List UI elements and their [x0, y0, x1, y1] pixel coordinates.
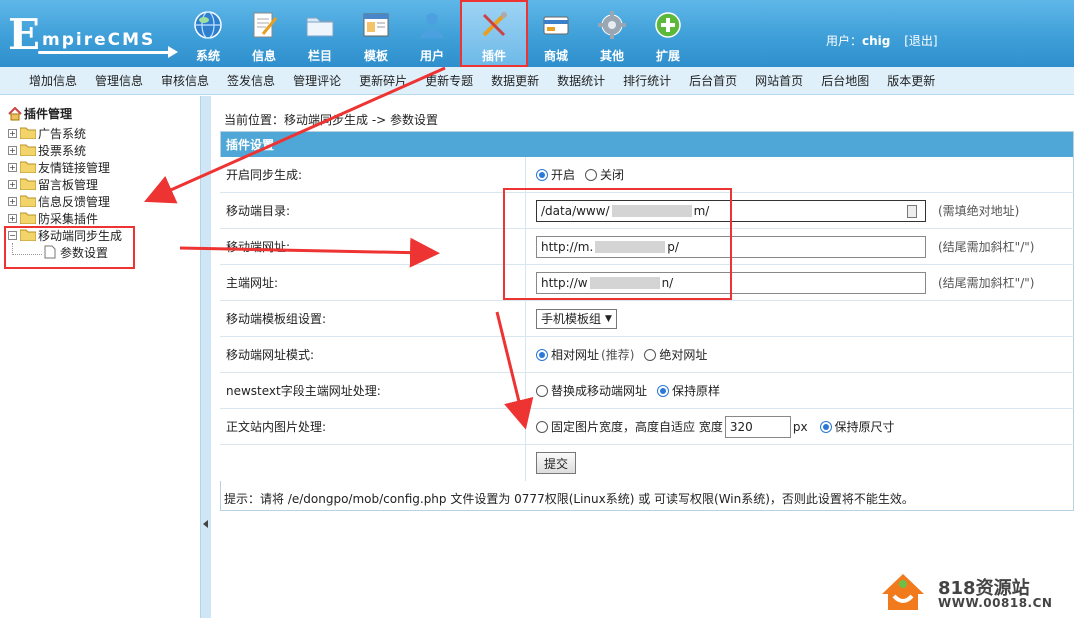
- sidebar: 插件管理 + 广告系统 + 投票系统 + 友情链接管理 + 留言板管理 + 信息…: [0, 96, 200, 618]
- subnav-review-info[interactable]: 审核信息: [152, 72, 218, 89]
- row-image: 正文站内图片处理: 固定图片宽度，高度自适应 宽度 320 px 保持原尺寸: [220, 409, 1074, 445]
- subnav-ranking[interactable]: 排行统计: [614, 72, 680, 89]
- collapse-arrow-icon[interactable]: [203, 520, 208, 528]
- nav-other[interactable]: 其他: [584, 0, 640, 67]
- nav-shop[interactable]: 商城: [528, 0, 584, 67]
- row-url-mode: 移动端网址模式: 相对网址 (推荐) 绝对网址: [220, 337, 1074, 373]
- row-template: 移动端模板组设置: 手机模板组 ▼: [220, 301, 1074, 337]
- folder-icon: [20, 178, 36, 190]
- sidebar-item-feedback[interactable]: + 信息反馈管理: [8, 193, 110, 209]
- row-newstext: newstext字段主端网址处理: 替换成移动端网址 保持原样: [220, 373, 1074, 409]
- nav-plugin[interactable]: 插件: [460, 0, 528, 67]
- url-mode-absolute-radio[interactable]: 绝对网址: [644, 346, 707, 363]
- folder-icon: [20, 127, 36, 139]
- expand-icon[interactable]: +: [8, 128, 17, 138]
- tools-icon: [479, 10, 509, 40]
- sub-nav: 增加信息 管理信息 审核信息 签发信息 管理评论 更新碎片 更新专题 数据更新 …: [0, 67, 1074, 95]
- plus-icon: [653, 10, 683, 40]
- folder-icon: [20, 212, 36, 224]
- sync-on-radio[interactable]: 开启: [536, 166, 575, 183]
- subnav-sign-info[interactable]: 签发信息: [218, 72, 284, 89]
- image-fixed-radio[interactable]: 固定图片宽度，高度自适应 宽度: [536, 418, 723, 435]
- expand-icon[interactable]: +: [8, 145, 17, 155]
- clipboard-icon[interactable]: [907, 204, 917, 218]
- subnav-update-fragments[interactable]: 更新碎片: [350, 72, 416, 89]
- logout-link[interactable]: [退出]: [904, 34, 937, 48]
- row-submit: 提交: [220, 445, 1074, 481]
- window-icon: [361, 10, 391, 40]
- annotation-box-sidebar: [4, 226, 135, 269]
- expand-icon[interactable]: +: [8, 179, 17, 189]
- subnav-data-stats[interactable]: 数据统计: [548, 72, 614, 89]
- username: chig: [862, 34, 891, 48]
- sidebar-item-anticollect[interactable]: + 防采集插件: [8, 210, 98, 226]
- nav-info[interactable]: 信息: [236, 0, 292, 67]
- top-header: E mpireCMS 系统 信息 栏目 模板 用户 插件 商城 其他 扩展 用户…: [0, 0, 1074, 67]
- subnav-version-update[interactable]: 版本更新: [878, 72, 944, 89]
- main-content: 当前位置：移动端同步生成 -> 参数设置 插件设置 开启同步生成: 开启 关闭 …: [212, 96, 1074, 618]
- sync-off-radio[interactable]: 关闭: [585, 166, 624, 183]
- settings-header: 插件设置: [220, 131, 1074, 157]
- subnav-add-info[interactable]: 增加信息: [20, 72, 86, 89]
- card-icon: [541, 10, 571, 40]
- subnav-site-home[interactable]: 网站首页: [746, 72, 812, 89]
- main-nav: 系统 信息 栏目 模板 用户 插件 商城 其他 扩展: [180, 0, 696, 67]
- user-info: 用户：chig [退出]: [826, 34, 938, 48]
- folder-icon: [20, 144, 36, 156]
- folder-icon: [305, 10, 335, 40]
- sidebar-title: 插件管理: [8, 105, 72, 122]
- config-tip: 提示：请将 /e/dongpo/mob/config.php 文件设置为 077…: [224, 492, 914, 506]
- folder-icon: [20, 161, 36, 173]
- expand-icon[interactable]: +: [8, 213, 17, 223]
- globe-icon: [193, 10, 223, 40]
- annotation-box-inputs: [503, 188, 732, 300]
- subnav-manage-comments[interactable]: 管理评论: [284, 72, 350, 89]
- image-width-input[interactable]: 320: [724, 415, 791, 438]
- image-keep-radio[interactable]: 保持原尺寸: [819, 418, 895, 435]
- nav-column[interactable]: 栏目: [292, 0, 348, 67]
- sidebar-item-ads[interactable]: + 广告系统: [8, 125, 86, 141]
- url-mode-relative-radio[interactable]: 相对网址 (推荐): [536, 346, 634, 363]
- subnav-data-update[interactable]: 数据更新: [482, 72, 548, 89]
- sidebar-item-vote[interactable]: + 投票系统: [8, 142, 86, 158]
- breadcrumb: 当前位置：移动端同步生成 -> 参数设置: [224, 113, 439, 127]
- site-logo-icon: [882, 574, 924, 610]
- newstext-keep-radio[interactable]: 保持原样: [657, 382, 720, 399]
- nav-system[interactable]: 系统: [180, 0, 236, 67]
- subnav-manage-info[interactable]: 管理信息: [86, 72, 152, 89]
- sidebar-splitter[interactable]: [200, 96, 211, 618]
- document-pen-icon: [249, 10, 279, 40]
- sidebar-item-guestbook[interactable]: + 留言板管理: [8, 176, 98, 192]
- subnav-update-topics[interactable]: 更新专题: [416, 72, 482, 89]
- expand-icon[interactable]: +: [8, 162, 17, 172]
- sidebar-item-links[interactable]: + 友情链接管理: [8, 159, 110, 175]
- folder-icon: [20, 195, 36, 207]
- watermark: 818资源站 WWW.00818.CN: [878, 570, 1068, 614]
- chevron-down-icon: ▼: [605, 313, 612, 324]
- gear-icon: [597, 10, 627, 40]
- subnav-admin-map[interactable]: 后台地图: [812, 72, 878, 89]
- subnav-admin-home[interactable]: 后台首页: [680, 72, 746, 89]
- empirecms-logo: E mpireCMS: [8, 8, 178, 60]
- nav-extend[interactable]: 扩展: [640, 0, 696, 67]
- template-select[interactable]: 手机模板组 ▼: [536, 308, 617, 329]
- newstext-replace-radio[interactable]: 替换成移动端网址: [536, 382, 647, 399]
- home-icon: [8, 106, 22, 121]
- submit-button[interactable]: 提交: [536, 452, 577, 474]
- nav-template[interactable]: 模板: [348, 0, 404, 67]
- user-icon: [417, 10, 447, 40]
- nav-user[interactable]: 用户: [404, 0, 460, 67]
- expand-icon[interactable]: +: [8, 196, 17, 206]
